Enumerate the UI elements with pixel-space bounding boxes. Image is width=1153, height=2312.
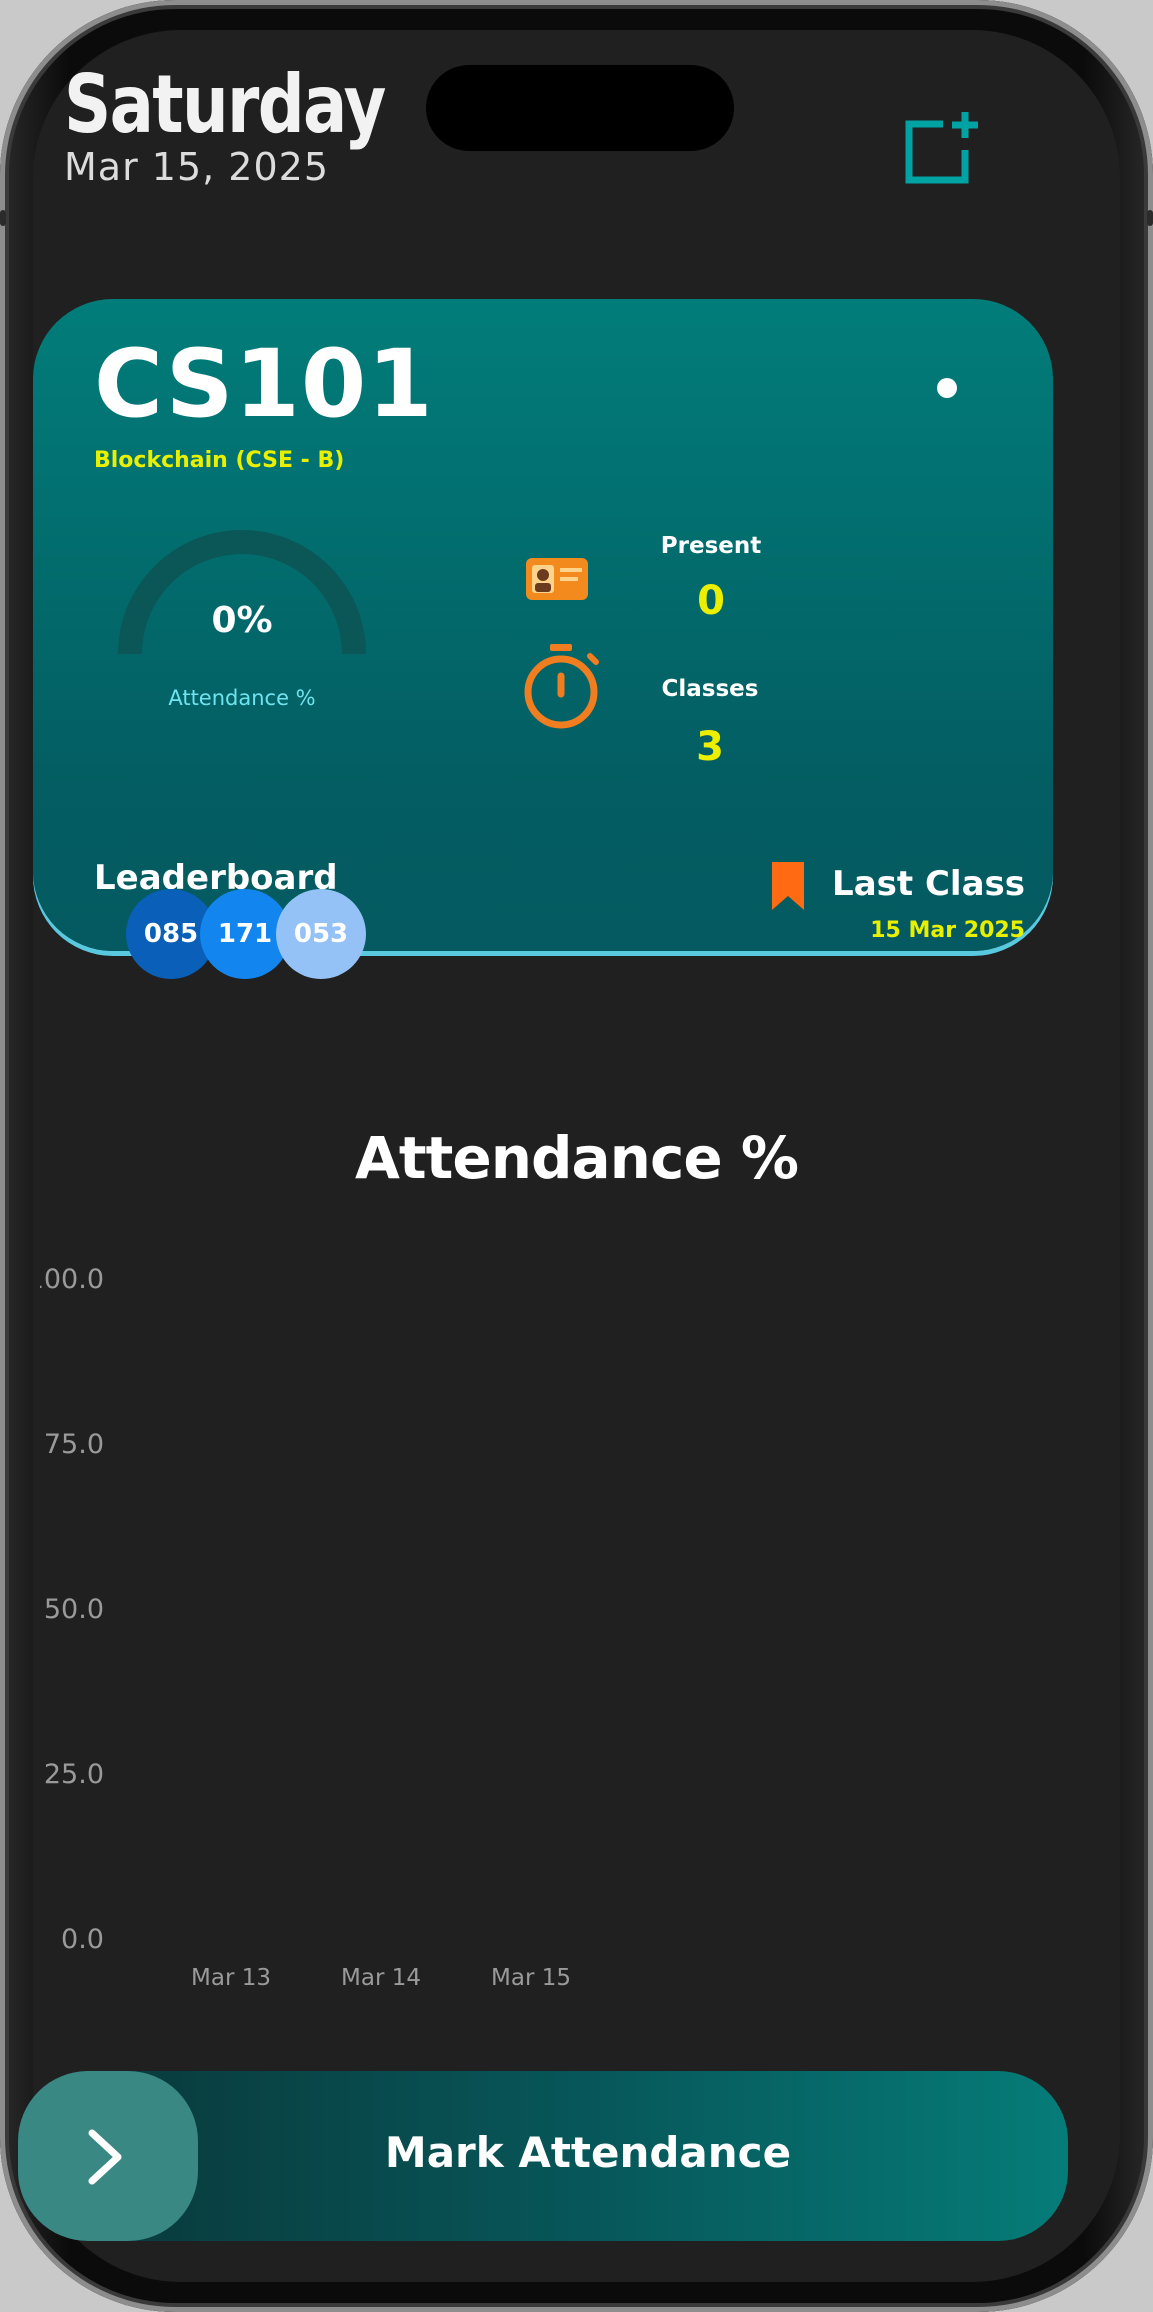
y-tick-label: 25.0 [44,1759,104,1790]
dynamic-island [426,65,734,151]
stopwatch-icon [524,644,599,729]
side-button [1147,210,1153,226]
y-tick-label: 50.0 [44,1594,104,1625]
mark-attendance-label: Mark Attendance [384,2128,792,2177]
y-tick-label: 0.0 [61,1924,104,1955]
classes-value: 3 [696,724,724,770]
course-code: CS101 [94,330,434,439]
last-class-date: 15 Mar 2025 [870,918,1025,943]
leaderboard-avatar[interactable]: 053 [276,889,366,979]
add-square-icon[interactable] [903,110,981,188]
classes-label: Classes [661,676,759,702]
attendance-chart: 100.0 75.0 50.0 25.0 0.0 Mar 13 Mar 14 Mar 15 [40,1264,571,1991]
x-tick-label: Mar 13 [191,1965,271,1991]
id-card-icon [526,558,588,600]
present-label: Present [660,533,762,559]
x-tick-label: Mar 14 [341,1965,421,1991]
present-value: 0 [697,578,725,624]
chart-title: Attendance % [355,1124,799,1192]
leaderboard-title: Leaderboard [94,858,338,898]
y-tick-label: 100.0 [40,1264,104,1295]
side-button [0,210,6,226]
y-tick-label: 75.0 [44,1429,104,1460]
bookmark-icon [772,862,804,910]
chevron-right-icon [88,2129,122,2185]
attendance-percent: 0% [211,600,273,641]
x-tick-label: Mar 15 [491,1965,571,1991]
day-title: Saturday [64,58,386,151]
course-subtitle: Blockchain (CSE - B) [94,448,345,473]
attendance-label: Attendance % [168,686,316,710]
card-menu-dot[interactable] [937,378,957,398]
date-subtitle: Mar 15, 2025 [64,145,329,189]
last-class-label: Last Class [832,864,1025,904]
